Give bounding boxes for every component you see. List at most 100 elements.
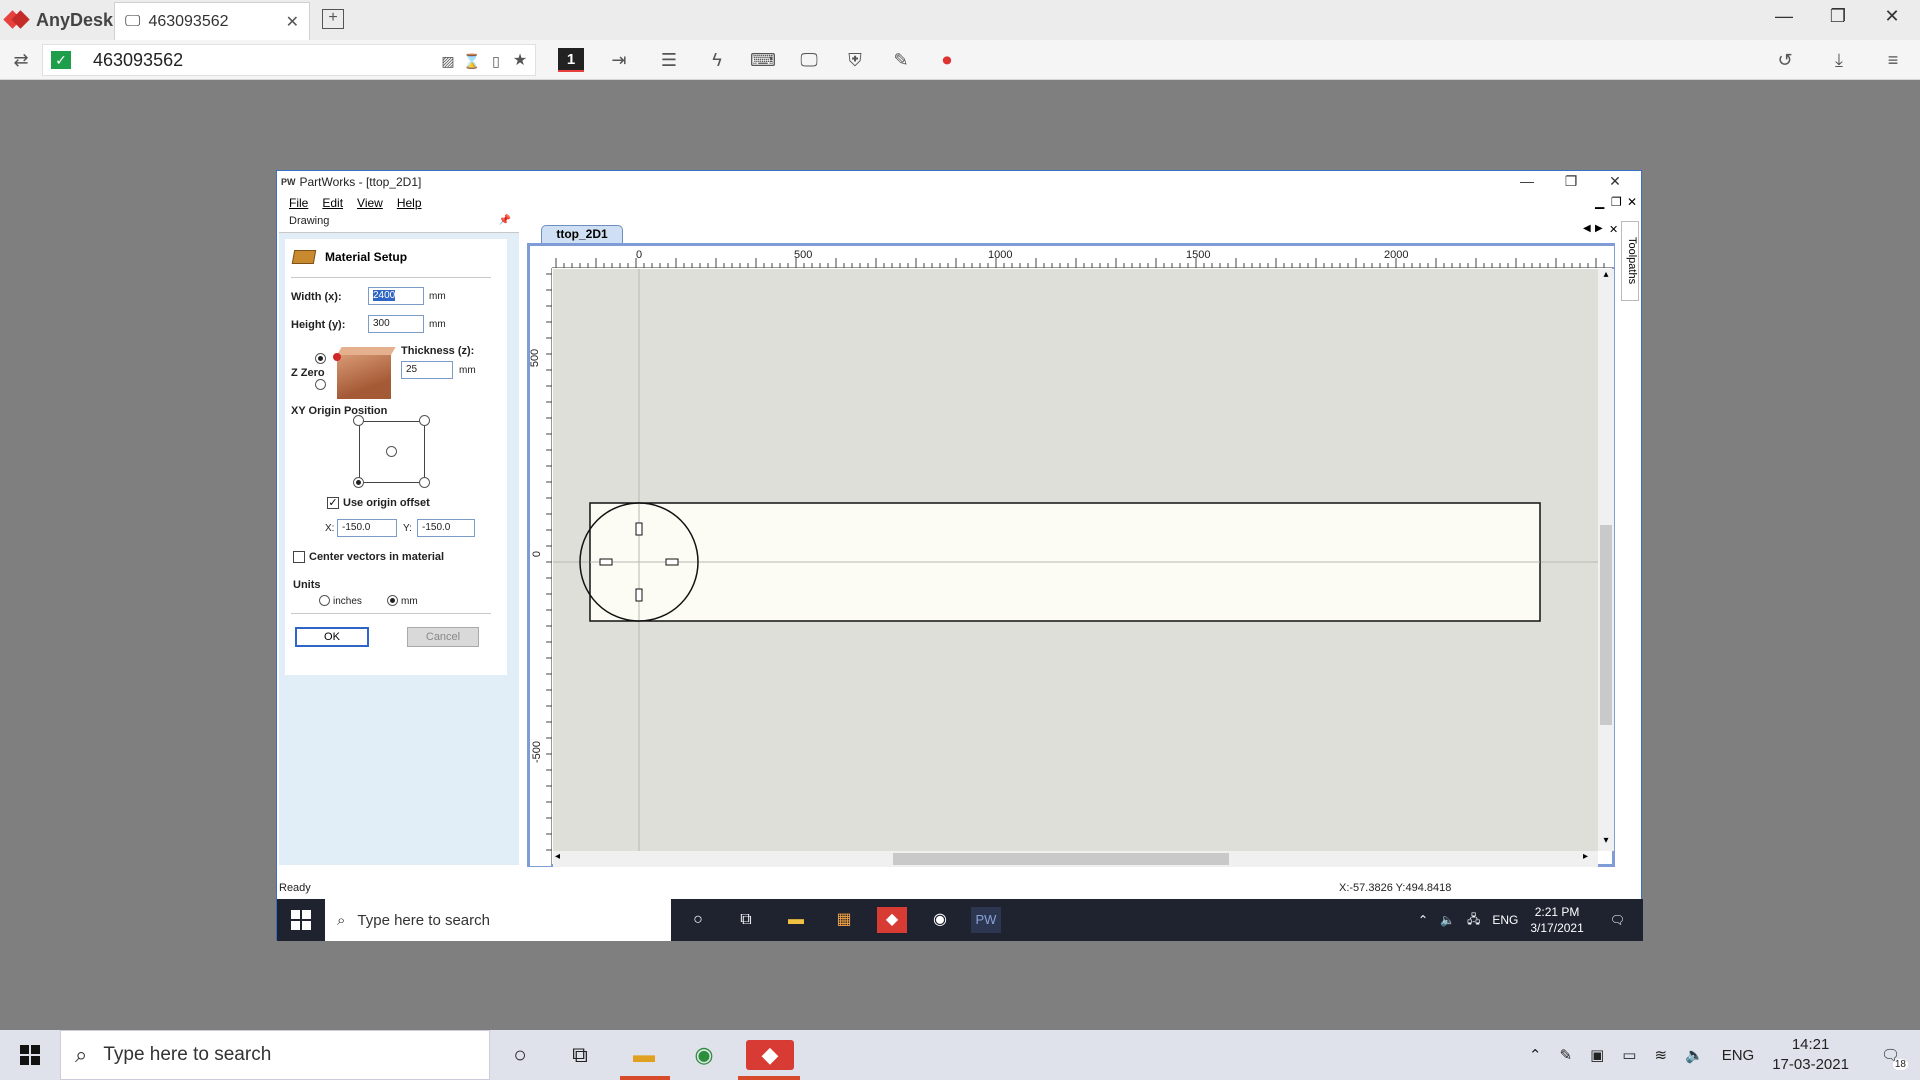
pw-minimize-icon[interactable]: —: [1505, 173, 1549, 189]
volume-icon[interactable]: 🔈: [1685, 1046, 1704, 1064]
thickness-input[interactable]: 25: [401, 361, 453, 379]
use-origin-offset-checkbox[interactable]: ✓: [327, 497, 339, 509]
permissions-shield-icon[interactable]: ⛨: [842, 48, 868, 72]
tab-next-icon[interactable]: ▶: [1595, 223, 1603, 234]
scroll-left-icon[interactable]: ◂: [555, 851, 569, 867]
origin-bottom-left-radio[interactable]: [353, 477, 364, 488]
menu-icon[interactable]: ≡: [1880, 48, 1906, 72]
network-icon[interactable]: 🖧: [1467, 910, 1480, 931]
language[interactable]: ENG: [1722, 1047, 1755, 1064]
address-bar[interactable]: ✓ 463093562 ▨ ⌛ ▯ ★: [42, 44, 536, 76]
pin-icon[interactable]: 📌: [499, 215, 511, 226]
menu-file[interactable]: File: [289, 196, 308, 210]
tab-close-icon[interactable]: ✕: [1609, 223, 1618, 236]
circle-handle-right[interactable]: [665, 558, 679, 566]
battery-icon[interactable]: ▭: [1622, 1046, 1636, 1064]
toolpaths-side-tab[interactable]: Toolpaths: [1621, 221, 1639, 301]
volume-icon[interactable]: 🔈: [1440, 913, 1455, 927]
new-tab-icon[interactable]: +: [322, 9, 344, 29]
trash-icon[interactable]: ▯: [483, 49, 509, 73]
document-tab[interactable]: ttop_2D1: [541, 225, 623, 243]
chevron-up-icon[interactable]: ⌃: [1418, 913, 1428, 927]
whiteboard-pen-icon[interactable]: ✎: [888, 48, 914, 72]
remote-search-box[interactable]: ⌕ Type here to search: [325, 899, 671, 941]
horizontal-scroll-thumb[interactable]: [893, 853, 1229, 865]
anydesk-taskbar-icon[interactable]: ◆: [746, 1040, 794, 1070]
partworks-taskbar-icon[interactable]: PW: [971, 907, 1001, 933]
star-icon[interactable]: ★: [507, 49, 533, 73]
file-explorer-icon[interactable]: ▬: [781, 907, 811, 933]
center-vectors-checkbox[interactable]: [293, 551, 305, 563]
z-zero-top-radio[interactable]: [315, 353, 326, 364]
start-button[interactable]: [0, 1030, 60, 1080]
cancel-button[interactable]: Cancel: [407, 627, 479, 647]
clock[interactable]: 14:21 17-03-2021: [1772, 1035, 1849, 1075]
origin-bottom-right-radio[interactable]: [419, 477, 430, 488]
tab-prev-icon[interactable]: ◀: [1583, 223, 1591, 234]
hourglass-icon[interactable]: ⌛: [459, 49, 485, 73]
minimize-icon[interactable]: —: [1764, 6, 1804, 27]
units-inches-radio[interactable]: [319, 595, 330, 606]
mdi-restore-icon[interactable]: ❐: [1611, 195, 1622, 209]
app-icon[interactable]: ▦: [829, 907, 859, 933]
scroll-up-icon[interactable]: ▴: [1599, 269, 1613, 283]
mdi-minimize-icon[interactable]: ▁: [1595, 195, 1604, 209]
chrome-icon[interactable]: ◉: [925, 907, 955, 933]
height-input[interactable]: 300: [368, 315, 424, 333]
no-screen-icon[interactable]: ▨: [435, 49, 461, 73]
chrome-icon[interactable]: ◉: [680, 1040, 728, 1070]
units-mm-radio[interactable]: [387, 595, 398, 606]
remote-language[interactable]: ENG: [1492, 913, 1518, 927]
history-icon[interactable]: ↺: [1772, 48, 1798, 72]
action-center-icon[interactable]: 🗨 18: [1881, 1046, 1908, 1070]
file-transfer-icon[interactable]: ⇥: [606, 48, 632, 72]
scroll-right-icon[interactable]: ▸: [1583, 851, 1597, 867]
file-explorer-icon[interactable]: ▬: [620, 1040, 668, 1070]
circle-handle-left[interactable]: [599, 558, 613, 566]
cortana-icon[interactable]: ○: [496, 1040, 544, 1070]
origin-center-radio[interactable]: [386, 446, 397, 457]
drawing-canvas[interactable]: [553, 269, 1598, 851]
chevron-up-icon[interactable]: ⌃: [1529, 1046, 1542, 1064]
pw-restore-icon[interactable]: ❐: [1549, 173, 1593, 190]
offset-x-input[interactable]: -150.0: [337, 519, 397, 537]
download-icon[interactable]: ⤓: [1826, 48, 1852, 72]
display-1-button[interactable]: 1: [558, 48, 584, 72]
mdi-close-icon[interactable]: ✕: [1627, 195, 1637, 209]
restore-icon[interactable]: ❐: [1818, 6, 1858, 27]
remote-start-button[interactable]: [291, 910, 311, 930]
origin-top-left-radio[interactable]: [353, 415, 364, 426]
offset-y-input[interactable]: -150.0: [417, 519, 475, 537]
ok-button[interactable]: OK: [295, 627, 369, 647]
menu-help[interactable]: Help: [397, 196, 422, 210]
meet-now-icon[interactable]: ▣: [1590, 1046, 1604, 1064]
pw-close-icon[interactable]: ✕: [1593, 173, 1637, 190]
task-view-icon[interactable]: ⧉: [556, 1040, 604, 1070]
task-view-icon[interactable]: ⧉: [731, 907, 761, 933]
cortana-icon[interactable]: ○: [683, 907, 713, 933]
z-zero-bottom-radio[interactable]: [315, 379, 326, 390]
scroll-down-icon[interactable]: ▾: [1599, 835, 1613, 849]
notification-icon[interactable]: 🗨: [1610, 913, 1625, 927]
record-screen-icon[interactable]: ⏺: [934, 48, 960, 72]
anydesk-taskbar-icon[interactable]: ◆: [877, 907, 907, 933]
display-icon[interactable]: 🖵: [796, 48, 822, 72]
horizontal-scrollbar[interactable]: ◂ ▸: [553, 851, 1598, 867]
address-book-icon[interactable]: ⇄: [8, 48, 34, 72]
wifi-icon[interactable]: ≋: [1654, 1046, 1667, 1064]
keyboard-icon[interactable]: ⌨: [750, 48, 776, 72]
close-tab-icon[interactable]: ✕: [286, 12, 299, 32]
actions-lightning-icon[interactable]: ϟ: [704, 48, 730, 72]
chat-icon[interactable]: ☰: [656, 48, 682, 72]
close-window-icon[interactable]: ✕: [1872, 6, 1912, 27]
circle-handle-bottom[interactable]: [635, 588, 643, 602]
remote-clock[interactable]: 2:21 PM 3/17/2021: [1530, 904, 1583, 936]
circle-handle-top[interactable]: [635, 522, 643, 536]
search-box[interactable]: ⌕ Type here to search: [60, 1030, 490, 1080]
origin-top-right-radio[interactable]: [419, 415, 430, 426]
vertical-scroll-thumb[interactable]: [1600, 525, 1612, 725]
menu-edit[interactable]: Edit: [322, 196, 343, 210]
pen-icon[interactable]: ✎: [1559, 1046, 1572, 1064]
vertical-scrollbar[interactable]: ▴ ▾: [1598, 269, 1614, 851]
width-input[interactable]: 2400: [368, 287, 424, 305]
